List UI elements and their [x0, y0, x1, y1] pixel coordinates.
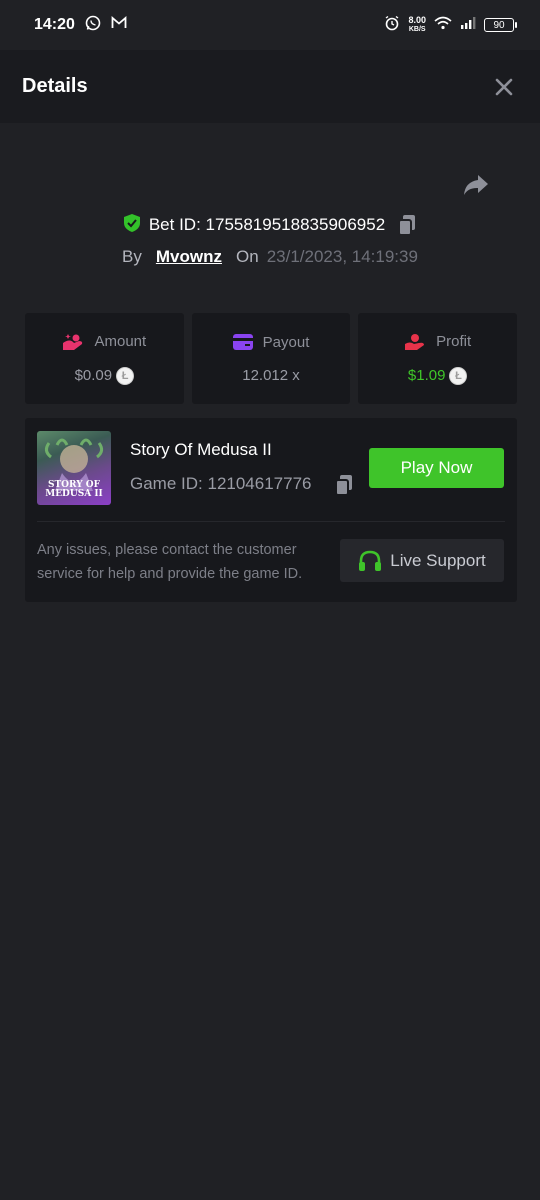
close-button[interactable] [490, 73, 518, 101]
share-button[interactable] [462, 173, 494, 201]
close-icon [495, 78, 513, 95]
status-left: 14:20 [34, 15, 127, 36]
bet-id-label: Bet ID: [148, 215, 201, 234]
stat-profit-label: Profit [436, 333, 472, 350]
stat-amount-label: Amount [94, 333, 147, 350]
verified-shield-icon [123, 213, 141, 238]
stat-payout-label: Payout [262, 333, 310, 351]
stat-profit: Profit $1.09 Ł [358, 313, 518, 404]
stat-payout-value: 12.012 x [242, 366, 300, 384]
stat-profit-value: $1.09 [407, 367, 446, 384]
copy-game-id-button[interactable] [334, 474, 354, 501]
stat-amount-value: $0.09 [74, 367, 113, 384]
battery-icon: 90 [484, 18, 517, 32]
bet-stats: Amount $0.09 Ł Payout 12.012 x Profit $1… [25, 313, 518, 404]
mail-icon [111, 15, 127, 35]
status-right: 8.00 KB/S 90 [384, 15, 517, 36]
network-speed: 8.00 KB/S [408, 16, 426, 34]
litecoin-icon: Ł [116, 366, 135, 385]
signal-icon [460, 16, 476, 34]
card-icon [232, 334, 253, 350]
copy-bet-id-button[interactable] [397, 214, 417, 236]
wifi-icon [434, 16, 452, 35]
live-support-label: Live Support [390, 550, 486, 570]
headset-icon [359, 550, 382, 571]
hand-coin-icon [405, 333, 425, 350]
thumbnail-line-2: MEDUSA II [45, 489, 103, 499]
play-now-button[interactable]: Play Now [369, 448, 504, 488]
net-speed-unit: KB/S [408, 26, 426, 33]
whatsapp-icon [85, 15, 101, 36]
on-label: On [236, 247, 259, 266]
game-id: Game ID: 12104617776 [130, 474, 312, 494]
support-text: Any issues, please contact the customer … [37, 542, 303, 582]
game-card: STORY OF MEDUSA II Story Of Medusa II Ga… [25, 418, 517, 602]
stat-amount: Amount $0.09 Ł [25, 313, 184, 404]
page-title: Details [22, 75, 88, 97]
alarm-icon [384, 15, 400, 36]
by-label: By [122, 247, 142, 266]
game-id-label: Game ID: [130, 474, 203, 493]
share-icon [464, 175, 488, 195]
net-speed-value: 8.00 [408, 15, 426, 25]
bet-by-row: By Mvownz On 23/1/2023, 14:19:39 [0, 242, 540, 272]
game-thumbnail[interactable]: STORY OF MEDUSA II [37, 431, 111, 505]
thumbnail-title: STORY OF MEDUSA II [37, 481, 111, 499]
details-header: Details [0, 50, 540, 123]
copy-icon [335, 475, 352, 496]
stat-payout: Payout 12.012 x [191, 313, 351, 404]
username-link[interactable]: Mvownz [156, 247, 222, 267]
copy-icon [398, 215, 416, 236]
bet-datetime: 23/1/2023, 14:19:39 [266, 247, 418, 266]
battery-level: 90 [493, 19, 505, 31]
game-id-value: 12104617776 [207, 474, 312, 493]
live-support-button[interactable]: Live Support [340, 539, 504, 582]
game-title: Story Of Medusa II [130, 440, 272, 459]
litecoin-icon: Ł [449, 366, 468, 385]
status-time: 14:20 [34, 16, 75, 33]
bet-id-row: Bet ID: 1755819518835906952 [0, 210, 540, 240]
status-bar: 14:20 8.00 KB/S 90 [0, 0, 540, 50]
bet-id-value: 1755819518835906952 [205, 215, 386, 234]
bet-id-text: Bet ID: 1755819518835906952 [149, 215, 385, 235]
card-divider [37, 521, 505, 522]
coins-hand-icon [63, 333, 83, 350]
